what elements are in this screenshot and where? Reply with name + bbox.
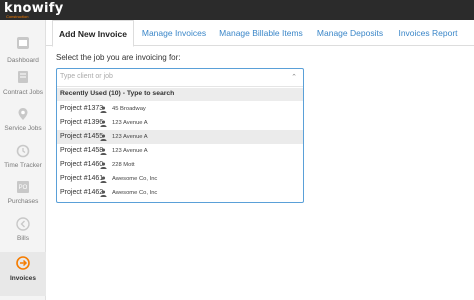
brand-subtitle: Construction bbox=[6, 14, 29, 19]
sidebar-item-invoices[interactable]: Invoices bbox=[0, 252, 46, 296]
sidebar-item-label: Service Jobs bbox=[4, 125, 42, 132]
job-name: Project #1458 bbox=[60, 147, 104, 154]
job-option[interactable]: Project #1396 123 Avenue A bbox=[57, 116, 303, 130]
sidebar-item-label: Contract Jobs bbox=[2, 89, 44, 96]
user-icon bbox=[100, 190, 107, 197]
job-name: Project #1373 bbox=[60, 105, 104, 112]
tab-bar: Add New Invoice Manage Invoices Manage B… bbox=[46, 20, 474, 47]
job-option[interactable]: Project #1460 228 Mott bbox=[57, 158, 303, 172]
sidebar-item-label: Time Tracker bbox=[4, 162, 42, 169]
sidebar-item-contract-jobs[interactable]: Contract Jobs bbox=[0, 68, 46, 110]
job-select-prompt: Select the job you are invoicing for: bbox=[56, 53, 181, 62]
user-icon bbox=[100, 148, 107, 155]
job-option[interactable]: Project #1461 Awesome Co, Inc bbox=[57, 172, 303, 186]
job-option[interactable]: Project #1458 123 Avenue A bbox=[57, 144, 303, 158]
job-client: 123 Avenue A bbox=[112, 120, 148, 126]
sidebar-item-label: Dashboard bbox=[7, 57, 39, 64]
user-icon bbox=[100, 176, 107, 183]
arrow-right-circle-icon bbox=[16, 256, 30, 270]
user-icon bbox=[100, 106, 107, 113]
job-name: Project #1455 bbox=[60, 133, 104, 140]
job-option[interactable]: Project #1373 45 Broadway bbox=[57, 102, 303, 116]
clock-icon bbox=[16, 144, 30, 158]
purchase-order-icon: PO bbox=[17, 181, 29, 193]
user-icon bbox=[100, 120, 107, 127]
sidebar-item-label: Purchases bbox=[7, 198, 39, 205]
user-icon bbox=[100, 162, 107, 169]
job-client: 123 Avenue A bbox=[112, 148, 148, 154]
sidebar-item-bills[interactable]: Bills bbox=[0, 215, 46, 257]
job-client: 123 Avenue A bbox=[112, 134, 148, 140]
sidebar-item-label: Invoices bbox=[9, 275, 36, 282]
job-name: Project #1461 bbox=[60, 175, 104, 182]
job-search-input[interactable]: Type client or job ⌃ bbox=[57, 69, 303, 87]
job-name: Project #1462 bbox=[60, 189, 104, 196]
job-client: 228 Mott bbox=[112, 162, 135, 168]
job-option-highlighted[interactable]: Project #1455 123 Avenue A bbox=[57, 130, 303, 144]
job-client: Awesome Co, Inc bbox=[112, 190, 158, 196]
recently-used-header: Recently Used (10) - Type to search bbox=[57, 88, 303, 101]
tab-invoices-report[interactable]: Invoices Report bbox=[393, 20, 463, 46]
recently-used-label: Recently Used (10) - Type to search bbox=[60, 90, 175, 97]
sidebar-item-service-jobs[interactable]: Service Jobs bbox=[0, 105, 46, 147]
job-option[interactable]: Project #1462 Awesome Co, Inc bbox=[57, 186, 303, 200]
job-client: Awesome Co, Inc bbox=[112, 176, 158, 182]
tab-manage-invoices[interactable]: Manage Invoices bbox=[140, 20, 208, 46]
chevron-up-icon[interactable]: ⌃ bbox=[291, 73, 297, 81]
tab-add-new-invoice[interactable]: Add New Invoice bbox=[52, 20, 134, 47]
svg-text:PO: PO bbox=[19, 185, 28, 191]
sidebar-item-label: Bills bbox=[17, 235, 29, 242]
dashboard-icon bbox=[17, 37, 29, 49]
job-client: 45 Broadway bbox=[112, 106, 146, 112]
tab-manage-billable-items[interactable]: Manage Billable Items bbox=[216, 20, 306, 46]
location-pin-icon bbox=[18, 108, 28, 120]
sidebar: Dashboard Contract Jobs Service Jobs Tim… bbox=[0, 20, 46, 300]
tab-manage-deposits[interactable]: Manage Deposits bbox=[314, 20, 386, 46]
back-arrow-icon bbox=[16, 217, 30, 231]
job-name: Project #1396 bbox=[60, 119, 104, 126]
job-select-dropdown[interactable]: Type client or job ⌃ Recently Used (10) … bbox=[56, 68, 304, 203]
job-name: Project #1460 bbox=[60, 161, 104, 168]
job-search-placeholder: Type client or job bbox=[60, 73, 113, 80]
contract-icon bbox=[18, 71, 28, 83]
sidebar-item-purchases[interactable]: PO Purchases bbox=[0, 178, 46, 220]
user-icon bbox=[100, 134, 107, 141]
top-bar: knowify Construction bbox=[0, 0, 474, 20]
